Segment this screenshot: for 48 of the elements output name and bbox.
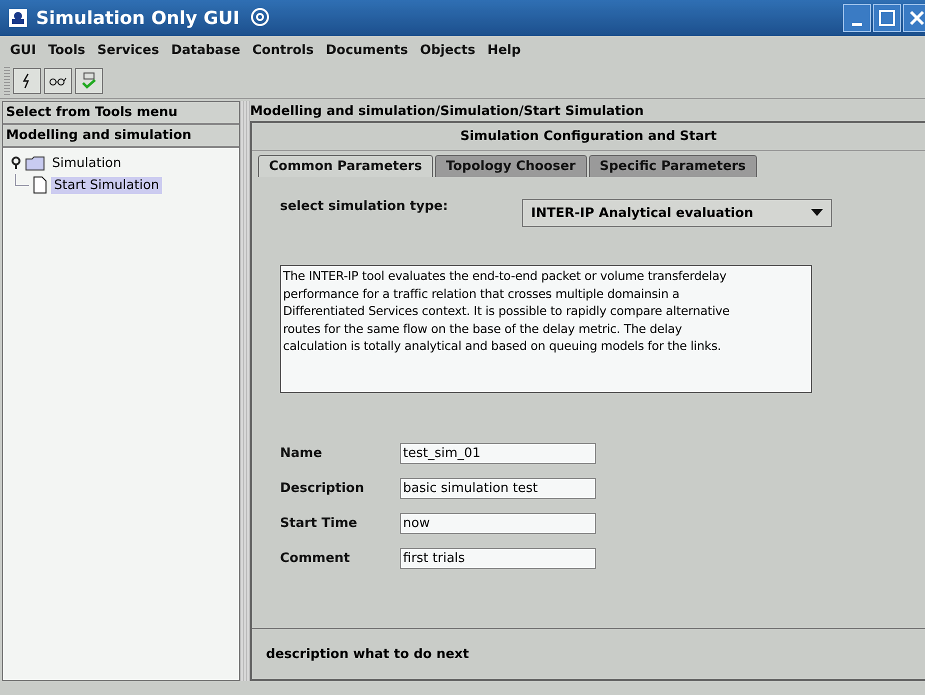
folder-icon <box>25 156 45 170</box>
menu-item[interactable]: Database <box>165 42 246 58</box>
close-button[interactable] <box>903 4 925 32</box>
lightning-tool-button[interactable] <box>13 68 41 94</box>
field-label: select simulation type: <box>280 199 449 214</box>
text-field[interactable]: now <box>400 513 596 534</box>
tab[interactable]: Topology Chooser <box>434 155 587 177</box>
menu-item[interactable]: Objects <box>414 42 482 58</box>
check-tool-button[interactable] <box>75 68 103 94</box>
field-label: Start Time <box>280 516 358 531</box>
field-label: Name <box>280 446 324 461</box>
tab[interactable]: Specific Parameters <box>588 155 757 177</box>
text-field[interactable]: basic simulation test <box>400 478 596 499</box>
section-header: Modelling and simulation <box>3 125 239 148</box>
field-label: Description <box>280 481 366 496</box>
check-icon <box>81 72 97 90</box>
menu-item[interactable]: Services <box>91 42 166 58</box>
field-label: Comment <box>280 551 351 566</box>
minimize-button[interactable] <box>843 4 871 32</box>
tree-item[interactable]: Start Simulation <box>51 176 162 194</box>
glasses-tool-button[interactable] <box>44 68 72 94</box>
window-title: Simulation Only GUI <box>36 8 240 28</box>
maximize-icon <box>879 10 895 26</box>
menu-item[interactable]: Tools <box>42 42 92 58</box>
menu-item[interactable]: GUI <box>4 42 42 58</box>
menu-item[interactable]: Help <box>481 42 527 58</box>
tab[interactable]: Common Parameters <box>258 155 433 177</box>
glasses-icon <box>49 76 67 86</box>
menu-item[interactable]: Controls <box>246 42 320 58</box>
lightning-icon <box>22 73 32 89</box>
expanded-handle-icon[interactable] <box>11 156 21 170</box>
minimize-icon <box>852 22 862 26</box>
breadcrumb: Modelling and simulation/Simulation/Start Simulation <box>250 102 645 120</box>
status-text: description what to do next <box>252 628 925 679</box>
document-icon <box>33 176 47 194</box>
description-text: The INTER-IP tool evaluates the end-to-end packet or volume transferdelay performance for a traffic relation that crosses multiple domainsin a Differentiated Services context. It is possible to rapidly compare alternative routes for the same flow on the base of the delay metric. The delay calculation is totally analytical and based on queuing models for the links. <box>280 265 812 393</box>
text-field[interactable]: test_sim_01 <box>400 443 596 464</box>
close-icon <box>909 10 925 26</box>
sidebar-header: Select from Tools menu <box>3 102 239 125</box>
app-icon <box>8 8 28 28</box>
dropdown-arrow-icon <box>811 209 823 217</box>
menu-item[interactable]: Documents <box>320 42 414 58</box>
simulation-type-dropdown[interactable]: INTER-IP Analytical evaluation <box>522 199 832 227</box>
tree-connector-icon <box>15 174 29 186</box>
maximize-button[interactable] <box>873 4 901 32</box>
panel-title: Simulation Configuration and Start <box>252 123 925 151</box>
text-field[interactable]: first trials <box>400 548 596 569</box>
tree-item[interactable]: Simulation <box>49 154 124 172</box>
